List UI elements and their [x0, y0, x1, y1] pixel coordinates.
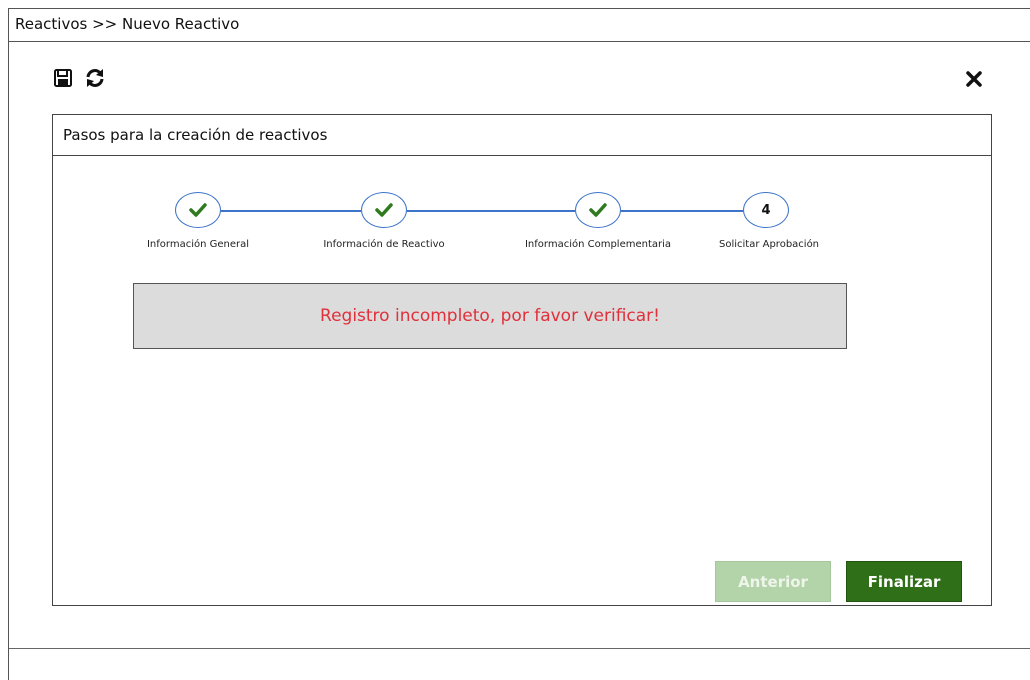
panel-title: Pasos para la creación de reactivos — [63, 126, 328, 144]
step-1-circle[interactable] — [175, 192, 221, 228]
step-4-number: 4 — [761, 202, 771, 218]
step-connector — [221, 210, 361, 212]
breadcrumb: Reactivos >> Nuevo Reactivo — [15, 15, 240, 33]
x-icon — [966, 71, 982, 87]
check-icon — [589, 203, 607, 217]
finish-button[interactable]: Finalizar — [846, 561, 962, 602]
step-3-circle[interactable] — [575, 192, 621, 228]
footer-divider — [9, 648, 1030, 649]
floppy-disk-icon — [54, 69, 72, 87]
save-icon[interactable] — [52, 67, 74, 89]
previous-button[interactable]: Anterior — [715, 561, 831, 602]
step-connector — [621, 210, 743, 212]
step-4-label: Solicitar Aprobación — [718, 239, 820, 250]
wizard-panel: Pasos para la creación de reactivos 4 In… — [52, 114, 992, 606]
check-icon — [375, 203, 393, 217]
panel-header: Pasos para la creación de reactivos — [53, 115, 991, 156]
check-icon — [189, 203, 207, 217]
refresh-arrows-icon — [86, 69, 104, 87]
step-2-circle[interactable] — [361, 192, 407, 228]
step-1-label: Información General — [146, 239, 250, 250]
close-icon[interactable] — [965, 70, 983, 88]
step-connector — [407, 210, 575, 212]
step-4-circle[interactable]: 4 — [743, 192, 789, 228]
alert-message: Registro incompleto, por favor verificar… — [320, 306, 660, 326]
window: Reactivos >> Nuevo Reactivo Pasos para l… — [8, 8, 1030, 680]
validation-alert: Registro incompleto, por favor verificar… — [133, 283, 847, 349]
breadcrumb-bar: Reactivos >> Nuevo Reactivo — [9, 9, 1030, 42]
step-3-label: Información Complementaria — [524, 239, 672, 250]
refresh-icon[interactable] — [84, 67, 106, 89]
step-2-label: Información de Reactivo — [323, 239, 445, 250]
